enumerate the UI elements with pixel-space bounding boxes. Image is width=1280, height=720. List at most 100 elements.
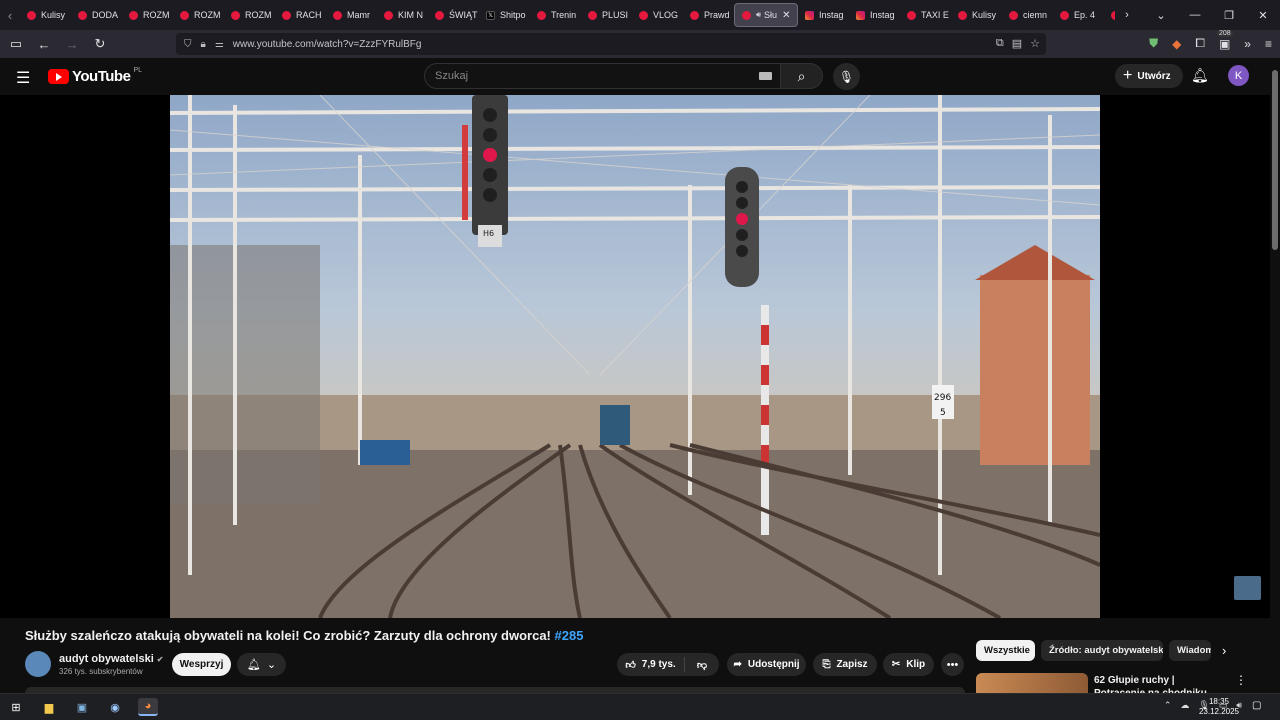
recommendation-title[interactable]: 62 Głupie ruchy | Potrącenie na chodniku: [1094, 674, 1224, 694]
tab-list-dropdown-icon[interactable]: ⌄: [1144, 9, 1178, 22]
browser-tab[interactable]: Instag: [798, 3, 849, 27]
browser-tab[interactable]: RACH: [275, 3, 326, 27]
x-favicon-icon: 𝕏: [486, 10, 495, 20]
windows-start-icon[interactable]: ⊞: [6, 698, 26, 716]
reload-icon[interactable]: ↻: [88, 36, 112, 52]
video-player[interactable]: H6 296 5: [0, 95, 1270, 618]
forward-icon[interactable]: →: [60, 37, 84, 52]
browser-tab[interactable]: 𝕏 Shitpo: [479, 3, 530, 27]
browser-tab[interactable]: ROZM: [224, 3, 275, 27]
save-label: Zapisz: [836, 659, 868, 670]
clip-button[interactable]: ✂ Klip: [883, 653, 934, 676]
browser-tab[interactable]: Ep. 4: [1053, 3, 1104, 27]
tray-overflow-icon[interactable]: ⌃: [1164, 700, 1172, 711]
browser-tab[interactable]: TAXI E: [900, 3, 951, 27]
extensions-puzzle-icon[interactable]: ⧠: [1195, 36, 1205, 51]
picture-in-picture-icon[interactable]: ⧉: [996, 37, 1004, 50]
notifications-icon[interactable]: ▢: [1252, 700, 1261, 711]
browser-tab[interactable]: Kulisy: [20, 3, 71, 27]
search-input[interactable]: Szukaj: [424, 63, 781, 89]
keyboard-icon[interactable]: [759, 72, 772, 80]
chips-next-icon[interactable]: ›: [1222, 643, 1226, 658]
clock[interactable]: 18:35 23.12.2025: [1196, 697, 1242, 717]
more-tools-icon[interactable]: »: [1244, 37, 1251, 51]
channel-watermark[interactable]: [1234, 576, 1261, 600]
chip-all[interactable]: Wszystkie: [976, 640, 1035, 661]
logo-text: YouTube: [72, 68, 131, 85]
voice-search-button[interactable]: 🎙︎: [833, 63, 860, 90]
steam-icon[interactable]: ◉: [105, 698, 125, 716]
youtube-logo[interactable]: YouTube PL: [48, 67, 142, 85]
subscriber-count: 326 tys. subskrybentów: [59, 667, 143, 676]
video-frame[interactable]: H6 296 5: [170, 95, 1100, 618]
vpn-extension-icon[interactable]: ⛊: [1149, 36, 1158, 51]
close-tab-icon[interactable]: ✕: [782, 10, 790, 21]
browser-tab-active[interactable]: 🔊︎ Słu ✕: [734, 3, 798, 27]
browser-tab[interactable]: VLOG: [632, 3, 683, 27]
browser-tab[interactable]: ROZM: [122, 3, 173, 27]
guide-menu-icon[interactable]: ☰: [16, 68, 30, 88]
more-actions-button[interactable]: •••: [941, 653, 964, 676]
url-text[interactable]: www.youtube.com/watch?v=ZzzFYRulBFg: [233, 39, 422, 50]
adblock-extension-icon[interactable]: ▣ 208: [1216, 29, 1233, 51]
browser-tab[interactable]: DODA: [71, 3, 122, 27]
reader-view-icon[interactable]: ▤: [1012, 37, 1022, 50]
tabs-scroll-right-icon[interactable]: ›: [1110, 9, 1144, 21]
browser-tab[interactable]: Trenin: [530, 3, 581, 27]
minimize-icon[interactable]: —: [1178, 9, 1212, 21]
channel-name[interactable]: audyt obywatelski ✔: [59, 653, 163, 665]
scrollbar-thumb[interactable]: [1272, 70, 1278, 250]
recommendation-menu-icon[interactable]: ⋮: [1235, 673, 1247, 687]
share-button[interactable]: ➦ Udostępnij: [727, 653, 806, 676]
browser-tab[interactable]: PLUSI: [581, 3, 632, 27]
firefox-icon[interactable]: ◕: [138, 698, 158, 716]
like-button[interactable]: 👍︎ 7,9 tys.: [617, 657, 685, 672]
tab-label: Trenin: [551, 10, 577, 20]
desktop-app-icon[interactable]: ▣: [72, 698, 92, 716]
account-avatar[interactable]: K: [1228, 65, 1249, 86]
tab-audio-icon[interactable]: 🔊︎: [756, 10, 761, 20]
youtube-favicon-icon: [958, 10, 967, 20]
km-post-text-2: 5: [940, 408, 946, 418]
tabs-scroll-left-icon[interactable]: ‹: [0, 8, 20, 23]
extension-icon[interactable]: ◆: [1172, 37, 1181, 51]
chip-news[interactable]: Wiadomości: [1169, 640, 1211, 661]
tab-label: Mamr: [347, 10, 370, 20]
browser-tab[interactable]: Instag: [849, 3, 900, 27]
page-scrollbar[interactable]: [1270, 58, 1280, 688]
recommendation-thumbnail[interactable]: [976, 673, 1088, 693]
subscription-bell-button[interactable]: 🔔︎ ⌄: [237, 653, 286, 676]
support-button[interactable]: Wesprzyj: [172, 653, 231, 676]
chip-source[interactable]: Źródło: audyt obywatelski: [1041, 640, 1163, 661]
browser-tab[interactable]: Mamr: [326, 3, 377, 27]
save-button[interactable]: ⎘ Zapisz: [813, 653, 877, 676]
search-button[interactable]: ⌕: [781, 63, 823, 89]
lock-icon[interactable]: 🔒︎: [201, 39, 206, 50]
dislike-button[interactable]: 👎︎: [685, 659, 719, 671]
permissions-icon[interactable]: ⚌: [215, 39, 224, 50]
cloud-icon[interactable]: ☁: [1180, 700, 1189, 711]
sidebar-toggle-icon[interactable]: ▭: [4, 36, 28, 52]
maximize-icon[interactable]: ❐: [1212, 9, 1246, 22]
browser-tab[interactable]: Prawd: [683, 3, 734, 27]
hashtag-link[interactable]: #285: [555, 628, 584, 643]
youtube-favicon-icon: [231, 10, 240, 20]
window-controls: › ⌄ — ❐ ✕: [1110, 0, 1280, 30]
create-button[interactable]: + Utwórz: [1115, 64, 1183, 88]
url-bar[interactable]: ⛉ 🔒︎ ⚌ www.youtube.com/watch?v=ZzzFYRulB…: [176, 33, 1046, 55]
app-menu-icon[interactable]: ≡: [1265, 37, 1272, 51]
bookmark-star-icon[interactable]: ☆: [1030, 37, 1040, 50]
browser-tab-bar: ‹ Kulisy DODA ROZM ROZM ROZM RACH Mamr KIM N ŚWI…: [0, 0, 1280, 30]
channel-name-text[interactable]: audyt obywatelski: [59, 653, 154, 665]
close-window-icon[interactable]: ✕: [1246, 9, 1280, 22]
back-icon[interactable]: ←: [32, 37, 56, 52]
browser-tab[interactable]: ROZM: [173, 3, 224, 27]
browser-tab[interactable]: ciemn: [1002, 3, 1053, 27]
notifications-bell-icon[interactable]: 🔔︎: [1191, 67, 1209, 84]
browser-tab[interactable]: Kulisy: [951, 3, 1002, 27]
file-explorer-icon[interactable]: ▆: [39, 698, 59, 716]
browser-tab[interactable]: ŚWIĄT: [428, 3, 479, 27]
browser-tab[interactable]: KIM N: [377, 3, 428, 27]
channel-avatar[interactable]: [25, 651, 51, 677]
shield-icon[interactable]: ⛉: [184, 39, 192, 50]
